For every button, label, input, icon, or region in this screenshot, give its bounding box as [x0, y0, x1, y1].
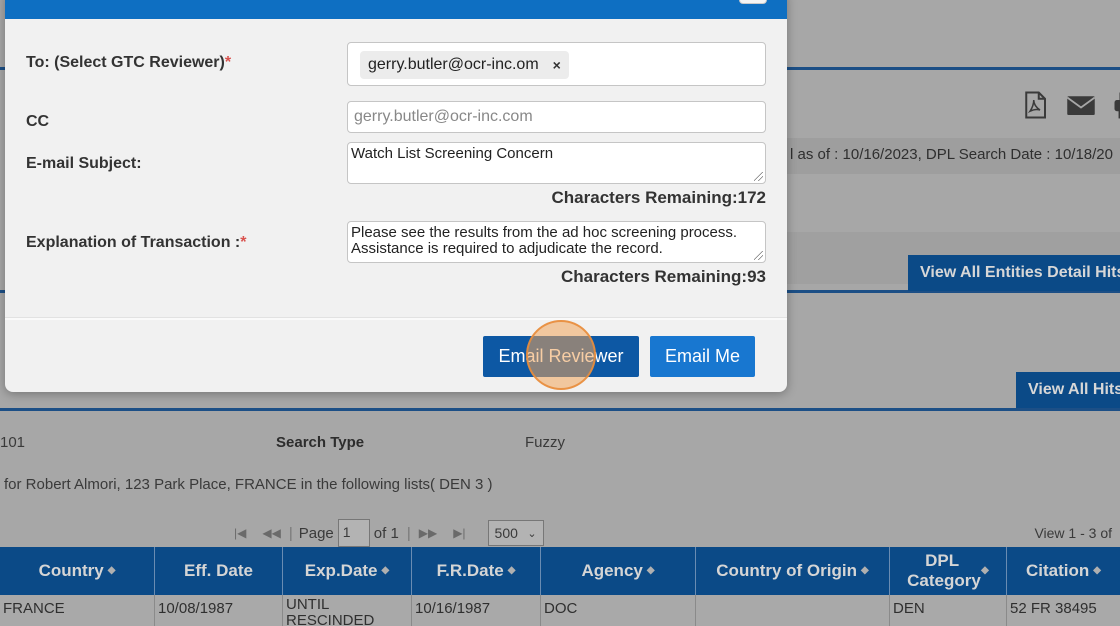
column-header-country-of-origin[interactable]: Country of Origin ◆	[696, 547, 890, 595]
subject-label: E-mail Subject:	[26, 155, 142, 172]
explanation-textarea[interactable]: Please see the results from the ad hoc s…	[347, 221, 766, 263]
page-of-label: of 1	[373, 524, 399, 542]
subject-value: Watch List Screening Concern	[351, 145, 554, 162]
resize-grip-icon[interactable]	[754, 172, 763, 181]
results-description: for Robert Almori, 123 Park Place, FRANC…	[4, 476, 493, 493]
cc-label: CC	[26, 113, 50, 130]
reviewer-chip-label: gerry.butler@ocr-inc.om	[368, 56, 539, 73]
table-row[interactable]: FRANCE 10/08/1987 UNTIL RESCINDED 10/16/…	[0, 595, 1120, 626]
column-label: Eff. Date	[184, 560, 253, 580]
page-number-input[interactable]: 1	[337, 519, 370, 547]
export-toolbar	[1020, 90, 1120, 120]
table-cell: 52 FR 38495	[1010, 600, 1097, 617]
email-me-button[interactable]: Email Me	[650, 336, 755, 377]
pager-separator: |	[406, 524, 411, 542]
column-header-citation[interactable]: Citation ◆	[1007, 547, 1120, 595]
reviewer-chip: gerry.butler@ocr-inc.om ×	[360, 51, 569, 79]
explanation-value: Please see the results from the ad hoc s…	[351, 224, 738, 257]
sort-arrow-icon: ◆	[1093, 565, 1101, 576]
explanation-label: Explanation of Transaction :*	[26, 234, 246, 252]
table-cell: DEN	[890, 595, 1007, 626]
last-page-icon[interactable]: ▶|	[453, 526, 465, 540]
view-records-text: View 1 - 3 of	[1034, 525, 1112, 541]
sort-arrow-icon: ◆	[107, 565, 116, 576]
subject-char-counter: Characters Remaining:172	[551, 188, 766, 207]
to-label: To: (Select GTC Reviewer)*	[26, 54, 231, 72]
column-label: Country	[38, 560, 104, 580]
cc-placeholder: gerry.butler@ocr-inc.com	[354, 108, 533, 125]
table-cell: 10/16/1987	[412, 595, 541, 626]
section-divider	[0, 408, 1120, 411]
to-label-text: To: (Select GTC Reviewer)	[26, 54, 225, 71]
table-cell: DOC	[541, 595, 696, 626]
email-reviewer-button[interactable]: Email Reviewer	[483, 336, 639, 377]
column-label: Citation	[1026, 560, 1090, 580]
search-type-label-wrap: Search Type	[276, 434, 364, 451]
sort-arrow-icon: ◆	[981, 565, 989, 576]
table-cell: 10/08/1987	[155, 595, 283, 626]
column-header-fr-date[interactable]: F.R.Date ◆	[412, 547, 541, 595]
explanation-label-text: Explanation of Transaction :	[26, 234, 241, 251]
row-number: 101	[0, 434, 26, 451]
column-header-dpl-category[interactable]: DPL Category ◆	[890, 547, 1007, 595]
column-label: DPL Category	[907, 550, 981, 590]
page-label: Page	[298, 524, 334, 542]
pdf-icon[interactable]	[1020, 90, 1050, 120]
column-header-eff-date[interactable]: Eff. Date	[155, 547, 283, 595]
pager-separator: |	[288, 524, 293, 542]
reviewer-select[interactable]: gerry.butler@ocr-inc.om ×	[347, 42, 766, 86]
subject-textarea[interactable]: Watch List Screening Concern	[347, 142, 766, 184]
next-page-icon[interactable]: ▶▶	[419, 526, 437, 540]
grid-header: Country ◆ Eff. Date Exp.Date ◆ F.R.Date ◆ A…	[0, 547, 1120, 595]
table-cell: FRANCE	[0, 595, 155, 626]
cc-input[interactable]: gerry.butler@ocr-inc.com	[347, 101, 766, 133]
mail-icon[interactable]	[1066, 90, 1096, 120]
print-icon[interactable]	[1112, 90, 1120, 120]
prev-page-icon[interactable]: ◀◀	[262, 526, 280, 540]
column-header-exp-date[interactable]: Exp.Date ◆	[283, 547, 412, 595]
column-label: F.R.Date	[436, 560, 504, 580]
close-icon[interactable]: ×	[553, 57, 561, 73]
first-page-icon[interactable]: |◀	[234, 526, 246, 540]
sort-arrow-icon: ◆	[381, 565, 390, 576]
table-cell: UNTIL RESCINDED	[283, 595, 412, 626]
view-all-hits-button[interactable]: View All Hits	[1016, 372, 1120, 408]
resize-grip-icon[interactable]	[754, 251, 763, 260]
view-all-entities-button[interactable]: View All Entities Detail Hits	[908, 255, 1120, 291]
search-type-label: Search Type	[276, 434, 365, 451]
chevron-down-icon: ⌄	[527, 527, 537, 540]
rows-per-page-value: 500	[494, 525, 518, 541]
column-label: Agency	[581, 560, 643, 580]
sort-arrow-icon: ◆	[646, 565, 655, 576]
column-header-country[interactable]: Country ◆	[0, 547, 155, 595]
column-label: Exp.Date	[304, 560, 378, 580]
required-marker: *	[240, 234, 247, 251]
table-cell	[696, 595, 890, 626]
sort-arrow-icon: ◆	[861, 565, 869, 576]
column-label: Country of Origin	[716, 560, 857, 580]
dialog-titlebar	[5, 0, 787, 19]
search-type-value: Fuzzy	[525, 434, 566, 451]
dpl-date-info: l as of : 10/16/2023, DPL Search Date : …	[790, 146, 1113, 163]
required-marker: *	[224, 54, 232, 71]
dialog-footer-divider	[5, 317, 787, 320]
close-icon[interactable]	[739, 0, 767, 4]
rows-per-page-select[interactable]: 500 ⌄	[487, 520, 544, 546]
sort-arrow-icon: ◆	[507, 565, 516, 576]
column-header-agency[interactable]: Agency ◆	[541, 547, 696, 595]
email-reviewer-dialog: To: (Select GTC Reviewer)* gerry.butler@…	[5, 0, 787, 392]
pager: |◀ ◀◀ | Page 1 of 1 | ▶▶ ▶| 500 ⌄ View 1…	[0, 518, 1120, 548]
explanation-char-counter: Characters Remaining:93	[560, 267, 766, 286]
